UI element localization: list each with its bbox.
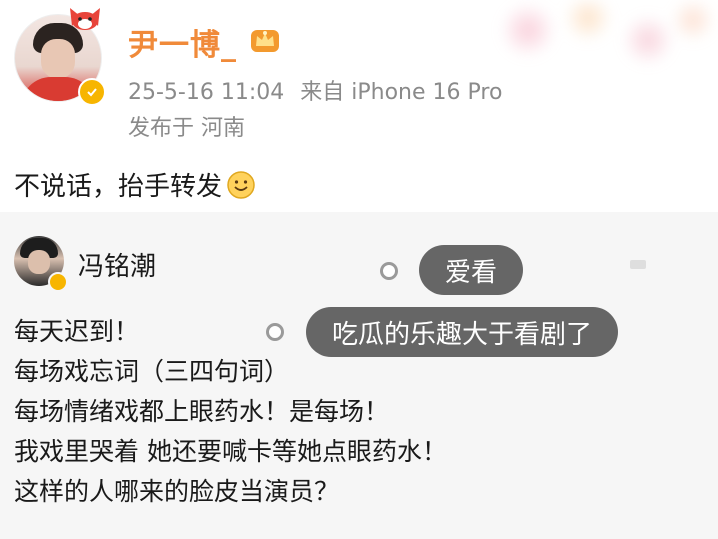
verified-badge-icon (48, 272, 68, 292)
post-timestamp: 25-5-16 11:04 (128, 80, 285, 105)
repost-line: 这样的人哪来的脸皮当演员？ (14, 477, 340, 506)
verified-badge-icon (78, 78, 106, 106)
background-decoration (488, 0, 718, 80)
danmaku-dot-icon (266, 323, 284, 341)
repost-author-name[interactable]: 冯铭潮 (78, 246, 156, 283)
danmaku-bubble: 吃瓜的乐趣大于看剧了 (306, 307, 619, 357)
smile-icon (227, 170, 255, 199)
repost-line: 每场情绪戏都上眼药水！是每场！ (14, 397, 390, 426)
author-name[interactable]: 尹一博_ (128, 20, 237, 64)
more-icon[interactable] (628, 256, 648, 272)
danmaku-bubble: 爱看 (419, 245, 524, 295)
post-text: 不说话，抬手转发 (14, 172, 223, 202)
post-body: 不说话，抬手转发 (14, 166, 256, 203)
post-source: 来自 iPhone 16 Pro (300, 80, 503, 105)
author-avatar[interactable] (14, 8, 106, 106)
repost-card[interactable]: 冯铭潮 每天迟到！ 每场戏忘词（三四句词） 每场情绪戏都上眼药水！是每场！ 我戏… (0, 212, 718, 539)
post-location: 发布于 河南 (128, 116, 245, 141)
fox-icon (70, 8, 100, 30)
post-meta: 25-5-16 11:04 来自 iPhone 16 Pro (128, 74, 502, 106)
repost-line: 每场戏忘词（三四句词） (14, 357, 290, 386)
crown-icon[interactable] (248, 24, 282, 54)
danmaku-dot-icon (380, 262, 398, 280)
repost-line: 我戏里哭着 她还要喊卡等她点眼药水！ (14, 437, 447, 466)
